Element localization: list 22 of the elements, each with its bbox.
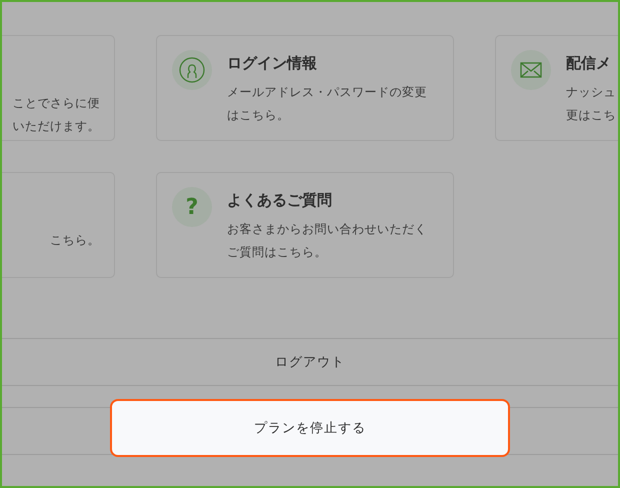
mail-icon [511,50,551,90]
card-description: ナッシュ [566,84,616,101]
question-icon: ? [172,187,212,227]
card-description: こちら。 [50,232,100,249]
card-title: よくあるご質問 [227,191,333,210]
card-title: 配信メ [566,54,612,73]
card-description: いただけます。 [12,118,100,135]
stop-plan-button[interactable]: プランを停止する [110,399,510,457]
menu-card[interactable]: ことでさらに便 いただけます。 [2,35,115,141]
card-description: メールアドレス・パスワードの変更 [227,84,427,101]
menu-card[interactable]: 配信メ ナッシュ 更はこち [495,35,618,141]
menu-card[interactable]: こちら。 [2,172,115,278]
card-title: ログイン情報 [227,54,318,73]
card-description: お客さまからお問い合わせいただく [227,221,427,238]
menu-card[interactable]: ? よくあるご質問 お客さまからお問い合わせいただく ご質問はこちら。 [156,172,454,278]
menu-card[interactable]: ログイン情報 メールアドレス・パスワードの変更 はこちら。 [156,35,454,141]
card-description: ことでさらに便 [12,95,100,112]
card-description: ご質問はこちら。 [227,244,328,261]
card-description: はこちら。 [227,107,290,124]
card-description: 更はこち [566,107,616,124]
user-icon [172,50,212,90]
logout-link[interactable]: ログアウト [2,338,618,386]
